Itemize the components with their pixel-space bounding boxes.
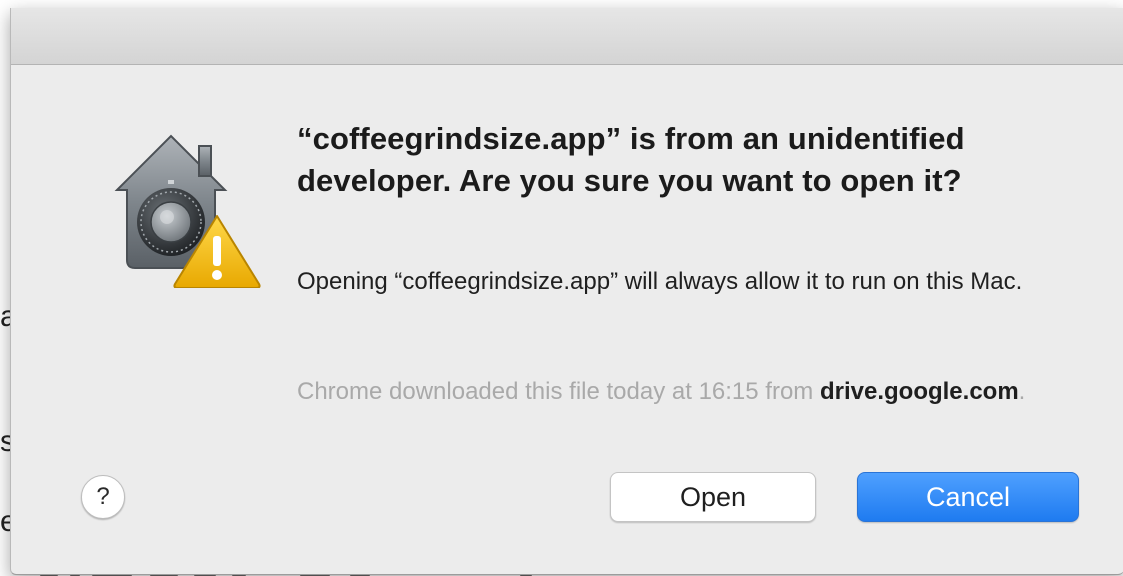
security-alert-dialog: “coffeegrindsize.app” is from an unident… bbox=[10, 8, 1123, 575]
open-button[interactable]: Open bbox=[610, 472, 816, 522]
cancel-button[interactable]: Cancel bbox=[857, 472, 1079, 522]
dialog-title: “coffeegrindsize.app” is from an unident… bbox=[297, 121, 965, 198]
gatekeeper-security-warning-icon bbox=[114, 134, 261, 288]
download-source-text: Chrome downloaded this file today at 16:… bbox=[297, 374, 1057, 410]
dialog-message: Opening “coffeegrindsize.app” will alway… bbox=[297, 268, 1023, 295]
download-source-prefix: Chrome downloaded this file today at 16:… bbox=[297, 378, 820, 405]
help-button[interactable]: ? bbox=[81, 475, 125, 519]
dialog-top-edge bbox=[11, 8, 1123, 65]
download-source-domain: drive.google.com bbox=[819, 378, 1019, 405]
download-source-suffix: . bbox=[1018, 378, 1026, 405]
